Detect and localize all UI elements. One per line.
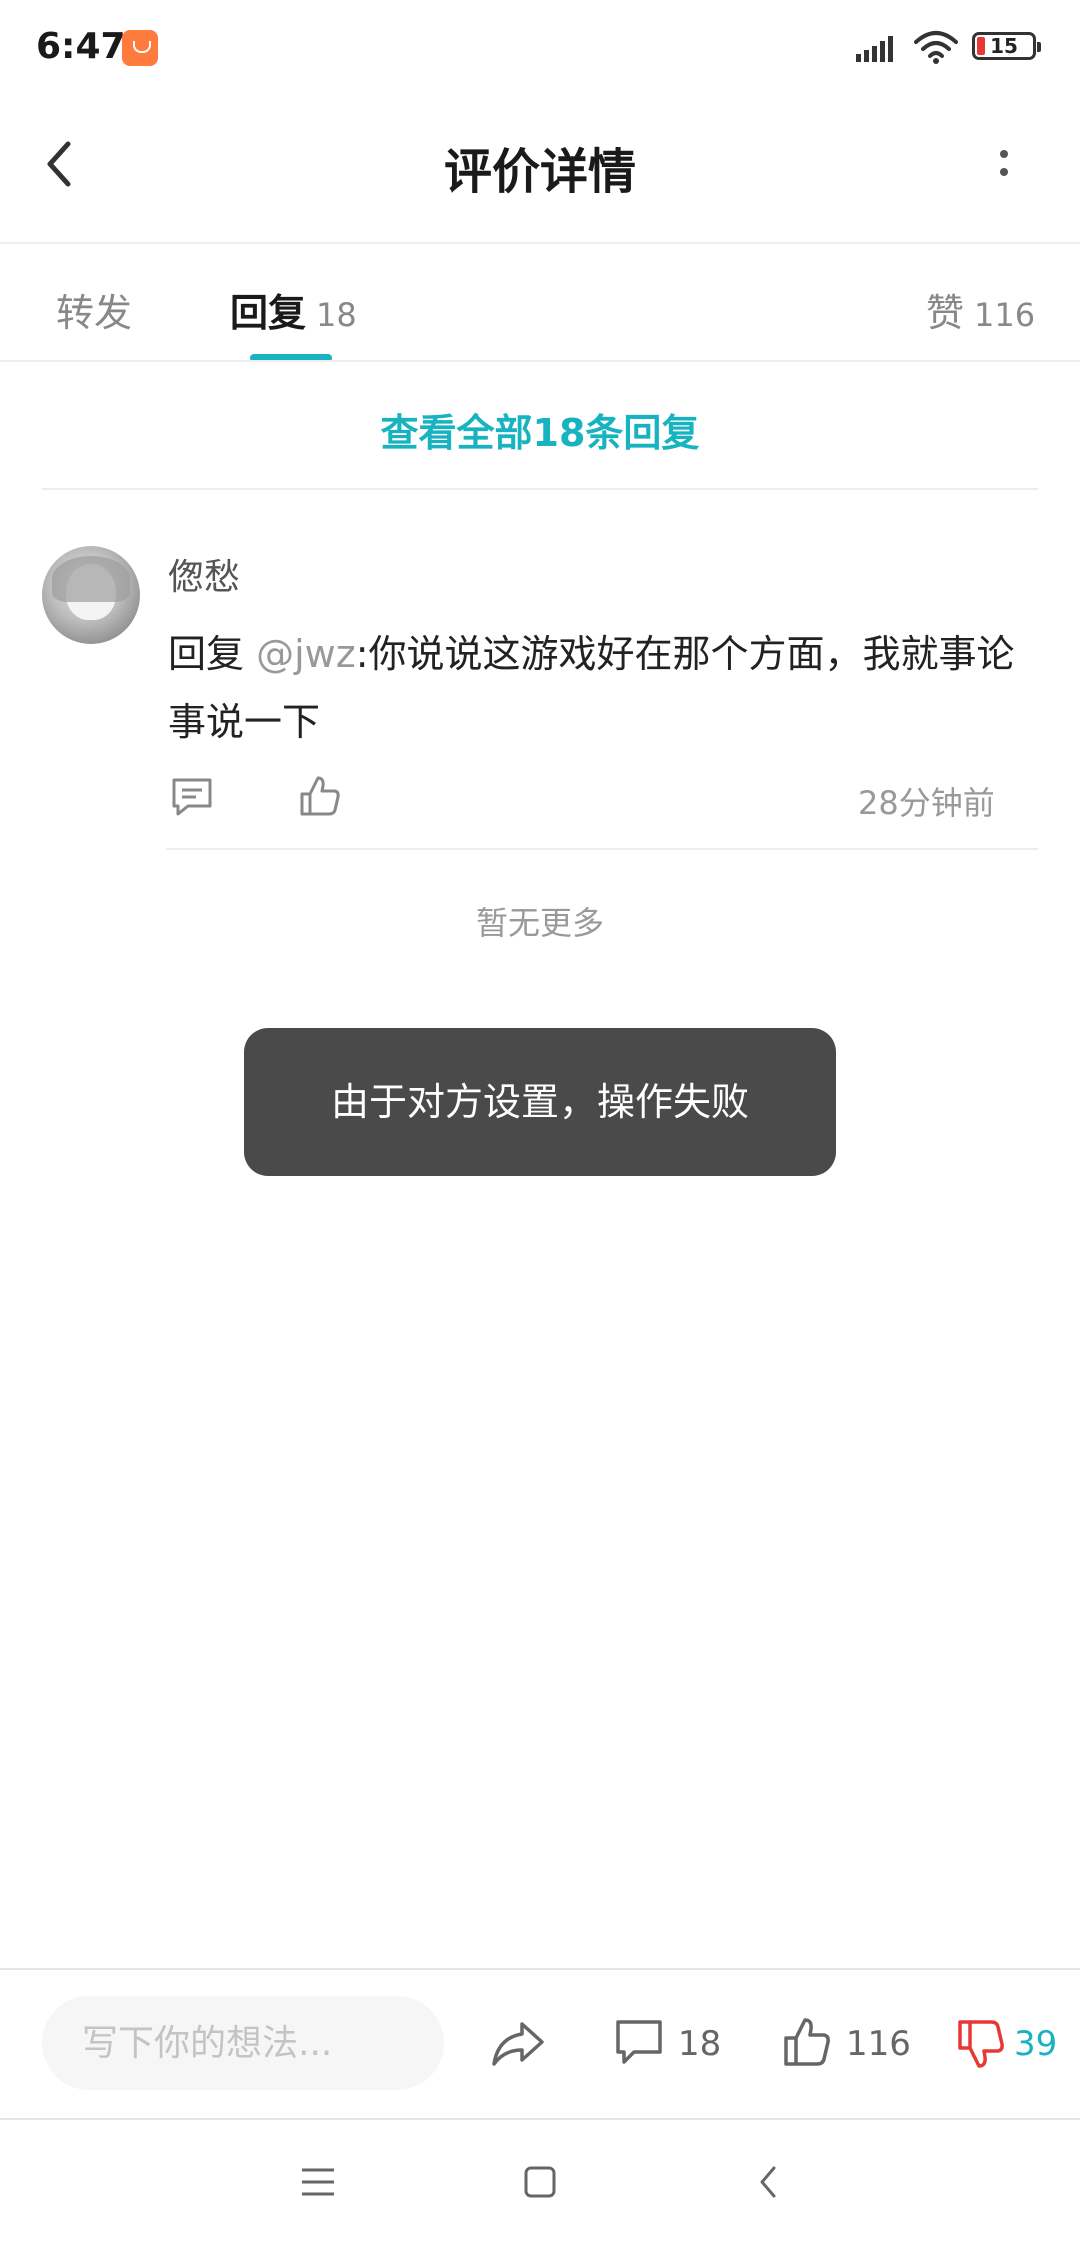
back-chevron-icon [760, 2166, 776, 2198]
more-button[interactable] [988, 144, 1020, 184]
tab-forward[interactable]: 转发 [56, 282, 132, 337]
comment-icon [172, 778, 212, 816]
avatar[interactable] [42, 546, 140, 644]
status-time: 6:47 [36, 26, 126, 67]
nav-home-button[interactable] [522, 2164, 558, 2200]
tab-replies-count: 18 [316, 296, 357, 334]
tabs-divider [0, 360, 1080, 362]
battery-level: 15 [990, 34, 1018, 58]
more-vertical-icon [1000, 150, 1008, 176]
app-notification-icon [122, 30, 158, 66]
tab-forward-label: 转发 [56, 291, 133, 335]
reply-username[interactable]: 偬愁 [168, 548, 240, 600]
tab-replies[interactable]: 回复 18 [230, 282, 357, 337]
nav-back-button[interactable] [752, 2162, 784, 2202]
bottom-dislike-button[interactable] [956, 2018, 1010, 2072]
tab-likes-count: 116 [974, 296, 1036, 334]
comment-bubble-icon [616, 2020, 662, 2064]
reply-mention[interactable]: @jwz [256, 632, 356, 676]
tab-likes[interactable]: 赞 116 [926, 282, 1035, 337]
share-arrow-icon [492, 2022, 544, 2066]
battery-icon: 15 [972, 32, 1041, 60]
reply-prefix: 回复 [168, 632, 257, 676]
wifi-icon [914, 30, 958, 64]
reply-like-button[interactable] [298, 774, 342, 818]
like-count: 116 [846, 2024, 911, 2064]
menu-icon [302, 2168, 334, 2196]
header-divider [0, 242, 1080, 244]
tab-replies-label: 回复 [230, 291, 307, 335]
comment-count: 18 [678, 2024, 722, 2064]
thumbs-down-icon [958, 2020, 1004, 2068]
home-square-icon [524, 2166, 556, 2198]
reply-comment-button[interactable] [170, 776, 214, 818]
reply-timestamp: 28分钟前 [858, 784, 995, 822]
nav-menu-button[interactable] [298, 2164, 338, 2200]
bottom-like-button[interactable] [782, 2016, 836, 2070]
signal-icon [856, 34, 900, 62]
tab-likes-label: 赞 [926, 291, 965, 335]
page-title: 评价详情 [443, 144, 636, 200]
no-more-label: 暂无更多 [475, 904, 604, 942]
comment-input[interactable] [42, 1996, 444, 2090]
thumbs-up-icon [784, 2018, 830, 2066]
dislike-count: 39 [1014, 2024, 1058, 2064]
reply-divider [166, 848, 1038, 850]
view-all-divider [42, 488, 1038, 490]
reply-content: 回复 @jwz:你说说这游戏好在那个方面，我就事论事说一下 [168, 620, 1028, 756]
thumbs-up-icon [300, 776, 340, 816]
view-all-replies-link[interactable]: 查看全部18条回复 [0, 402, 1080, 457]
error-toast: 由于对方设置，操作失败 [244, 1028, 836, 1176]
share-button[interactable] [490, 2018, 546, 2070]
